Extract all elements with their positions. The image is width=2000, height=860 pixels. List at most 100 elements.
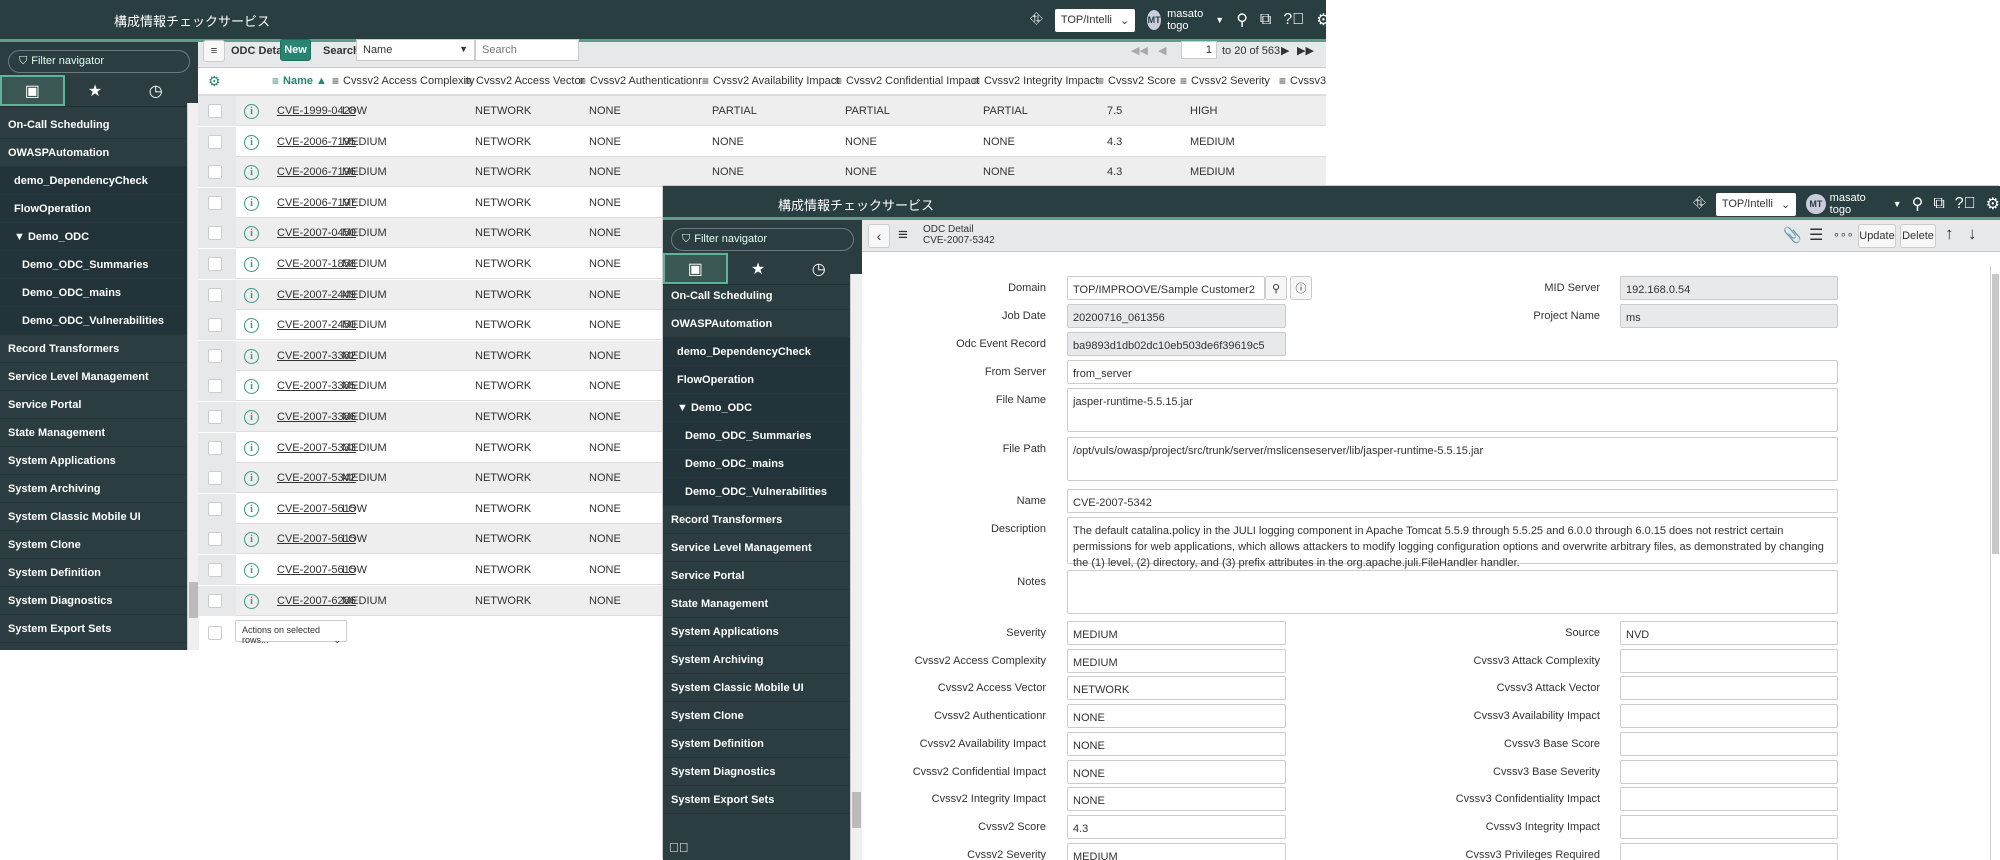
field-description[interactable]: The default catalina.policy in the JULI … [1067, 517, 1838, 569]
field-cvssv3-privileges-required[interactable] [1620, 842, 1838, 860]
field-cvssv3-attack-vector[interactable] [1620, 676, 1838, 701]
field-cvssv3-base-score[interactable] [1620, 731, 1838, 756]
nav-item[interactable]: System Export Sets [663, 786, 850, 814]
domain-lookup-button[interactable]: ⚲ [1265, 276, 1287, 300]
caret-down-icon[interactable]: ▼ [1215, 15, 1224, 25]
column-header[interactable]: ≡ Cvssv2 Severity [1180, 68, 1270, 94]
column-header[interactable]: ≡ Cvssv2 Integrity Impact [973, 68, 1098, 94]
column-header[interactable]: ≡ Cvssv2 Availability Impact [702, 68, 839, 94]
column-menu-icon[interactable]: ≡ [332, 74, 339, 88]
column-header[interactable]: ≡ Cvssv2 Authenticationr [579, 68, 702, 94]
row-checkbox[interactable] [208, 257, 222, 271]
scrollbar-thumb[interactable] [852, 792, 861, 828]
row-checkbox[interactable] [208, 501, 222, 516]
nav-item[interactable]: System Diagnostics [663, 758, 850, 786]
collapse-navigator-icon[interactable]: ◀⃝ [669, 840, 689, 855]
field-file-name[interactable]: jasper-runtime-5.5.15.jar [1067, 388, 1838, 432]
search-input[interactable] [475, 39, 579, 61]
search-field-select[interactable]: Name ▼ [356, 39, 475, 61]
info-icon[interactable]: i [244, 104, 259, 119]
nav-item[interactable]: OWASPAutomation [663, 310, 850, 338]
row-checkbox[interactable] [208, 134, 222, 149]
navigator-tab-star[interactable]: ★ [728, 253, 789, 284]
column-header[interactable]: ≡ Cvssv2 Access Vector [465, 68, 584, 94]
nav-item[interactable]: Service Level Management [663, 534, 850, 562]
column-menu-icon[interactable]: ≡ [1279, 74, 1286, 88]
info-icon[interactable]: i [244, 379, 259, 395]
nav-item[interactable]: FlowOperation [663, 366, 850, 394]
row-checkbox[interactable] [208, 440, 222, 455]
more-options-icon[interactable]: ∘∘∘ [1833, 228, 1854, 241]
nav-item[interactable]: System Archiving [663, 646, 850, 674]
navigator-tab-all-apps[interactable]: ▣ [0, 75, 65, 106]
help-icon[interactable]: ?⃝ [1955, 195, 1976, 213]
info-icon[interactable]: i [244, 563, 259, 578]
list-menu-button[interactable]: ≡ [203, 40, 225, 62]
row-checkbox[interactable] [208, 226, 222, 241]
nav-item[interactable]: Service Portal [663, 562, 850, 590]
first-page-icon[interactable]: ◀◀ [1131, 44, 1148, 57]
nav-item[interactable]: System Applications [0, 447, 187, 475]
filter-navigator-input[interactable]: ⛉ Filter navigator [671, 228, 854, 251]
nav-item[interactable]: State Management [663, 590, 850, 618]
connect-chat-icon[interactable]: ⧉ [1260, 11, 1271, 29]
info-icon[interactable]: i [244, 318, 259, 334]
nav-item[interactable]: Service Portal [0, 391, 187, 419]
info-icon[interactable]: i [244, 348, 259, 364]
table-row[interactable]: i CVE-2006-7195 MEDIUM NETWORK NONE NONE NONE N… [198, 126, 1326, 157]
row-checkbox[interactable] [208, 104, 222, 118]
back-button[interactable]: ‹ [868, 224, 890, 248]
domain-select[interactable]: TOP/Intelli ⌄ [1054, 8, 1136, 32]
help-icon[interactable]: ?⃝ [1283, 11, 1304, 29]
field-cvssv3-confidentiality-impact[interactable] [1620, 787, 1838, 812]
avatar[interactable]: MT [1806, 194, 1826, 214]
navigator-scrollbar[interactable] [850, 274, 862, 860]
nav-item[interactable]: FlowOperation [0, 195, 187, 223]
column-header[interactable]: ≡ Cvssv3 [1279, 68, 1326, 94]
field-cvssv2-confidential-impact[interactable]: NONE [1067, 759, 1286, 784]
navigator-tab-clock[interactable]: ◷ [125, 75, 186, 106]
field-source[interactable]: NVD [1620, 621, 1838, 645]
row-checkbox[interactable] [208, 410, 222, 424]
scrollbar-thumb[interactable] [189, 582, 198, 618]
info-icon[interactable]: i [244, 195, 259, 211]
field-notes[interactable] [1067, 570, 1838, 614]
row-checkbox[interactable] [208, 318, 222, 333]
nav-item[interactable]: Demo_ODC_mains [663, 450, 850, 478]
user-name[interactable]: masato togo [1167, 8, 1209, 32]
last-page-icon[interactable]: ▶▶ [1297, 44, 1314, 57]
column-menu-icon[interactable]: ≡ [1180, 74, 1187, 88]
column-menu-icon[interactable]: ≡ [465, 74, 472, 88]
nav-item[interactable]: Record Transformers [663, 506, 850, 534]
info-icon[interactable]: i [244, 532, 259, 548]
list-settings-gear-icon[interactable]: ⚙ [208, 68, 221, 94]
column-header[interactable]: ≡ Name ▲ [272, 68, 327, 94]
info-icon[interactable]: i [244, 501, 259, 517]
nav-item[interactable]: ▼ Demo_ODC [663, 394, 850, 422]
field-cvssv3-base-severity[interactable] [1620, 759, 1838, 784]
search-icon[interactable]: ⚲ [1912, 194, 1924, 214]
nav-item[interactable]: System Applications [663, 618, 850, 646]
form-scrollbar[interactable] [1990, 266, 2000, 860]
field-from-server[interactable]: from_server [1067, 360, 1838, 384]
nav-item[interactable]: Demo_ODC_Vulnerabilities [0, 307, 187, 335]
column-header[interactable]: ≡ Cvssv2 Confidential Impact [835, 68, 979, 94]
field-file-path[interactable]: /opt/vuls/owasp/project/src/trunk/server… [1067, 437, 1838, 481]
info-icon[interactable]: i [244, 226, 259, 242]
field-cvssv3-attack-complexity[interactable] [1620, 648, 1838, 673]
column-header[interactable]: ≡ Cvssv2 Access Complexity [332, 68, 474, 94]
next-record-icon[interactable]: ↓ [1968, 224, 1977, 244]
user-name[interactable]: masato togo [1830, 192, 1889, 216]
domain-tree-icon[interactable]: ⛗ [1693, 195, 1706, 213]
nav-item[interactable]: State Management [0, 419, 187, 447]
nav-item[interactable]: System Clone [663, 702, 850, 730]
field-cvssv2-score[interactable]: 4.3 [1067, 814, 1286, 839]
gear-icon[interactable]: ⚙ [1316, 10, 1326, 30]
domain-info-button[interactable]: ⓘ [1290, 276, 1312, 300]
column-menu-icon[interactable]: ≡ [1097, 74, 1104, 88]
select-all-checkbox[interactable] [208, 626, 222, 640]
navigator-tab-star[interactable]: ★ [65, 75, 126, 106]
avatar[interactable]: MT [1147, 10, 1162, 30]
row-checkbox[interactable] [208, 593, 222, 608]
column-menu-icon[interactable]: ≡ [702, 74, 709, 88]
